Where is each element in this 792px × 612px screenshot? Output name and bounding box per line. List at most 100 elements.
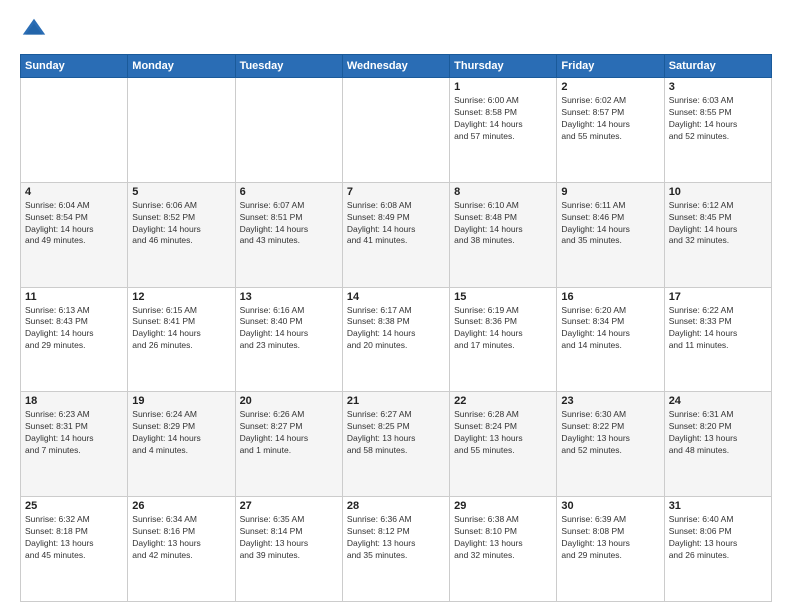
day-header-sunday: Sunday (21, 55, 128, 78)
calendar-cell: 13Sunrise: 6:16 AM Sunset: 8:40 PM Dayli… (235, 287, 342, 392)
day-info: Sunrise: 6:38 AM Sunset: 8:10 PM Dayligh… (454, 514, 552, 562)
day-info: Sunrise: 6:23 AM Sunset: 8:31 PM Dayligh… (25, 409, 123, 457)
calendar-cell: 15Sunrise: 6:19 AM Sunset: 8:36 PM Dayli… (450, 287, 557, 392)
day-header-friday: Friday (557, 55, 664, 78)
calendar-cell: 3 Sunrise: 6:03 AM Sunset: 8:55 PM Daylig… (664, 78, 771, 183)
header (20, 16, 772, 44)
calendar-body: 1 Sunrise: 6:00 AM Sunset: 8:58 PM Daylig… (21, 78, 772, 602)
day-info: Sunrise: 6:03 AM Sunset: 8:55 PM Dayligh… (669, 95, 767, 143)
day-info: Sunrise: 6:28 AM Sunset: 8:24 PM Dayligh… (454, 409, 552, 457)
day-info: Sunrise: 6:17 AM Sunset: 8:38 PM Dayligh… (347, 305, 445, 353)
day-info: Sunrise: 6:10 AM Sunset: 8:48 PM Dayligh… (454, 200, 552, 248)
calendar-cell: 18 Sunrise: 6:23 AM Sunset: 8:31 PM Dayli… (21, 392, 128, 497)
day-number: 29 (454, 500, 552, 512)
day-header-saturday: Saturday (664, 55, 771, 78)
calendar-cell: 29 Sunrise: 6:38 AM Sunset: 8:10 PM Dayli… (450, 497, 557, 602)
day-number: 27 (240, 500, 338, 512)
calendar-cell: 6 Sunrise: 6:07 AM Sunset: 8:51 PM Daylig… (235, 182, 342, 287)
day-info: Sunrise: 6:22 AM Sunset: 8:33 PM Dayligh… (669, 305, 767, 353)
day-info: Sunrise: 6:30 AM Sunset: 8:22 PM Dayligh… (561, 409, 659, 457)
day-info: Sunrise: 6:36 AM Sunset: 8:12 PM Dayligh… (347, 514, 445, 562)
day-header-tuesday: Tuesday (235, 55, 342, 78)
calendar-cell: 10Sunrise: 6:12 AM Sunset: 8:45 PM Dayli… (664, 182, 771, 287)
calendar-cell: 1 Sunrise: 6:00 AM Sunset: 8:58 PM Daylig… (450, 78, 557, 183)
calendar-cell: 16 Sunrise: 6:20 AM Sunset: 8:34 PM Dayli… (557, 287, 664, 392)
calendar-cell: 7 Sunrise: 6:08 AM Sunset: 8:49 PM Daylig… (342, 182, 449, 287)
day-header-wednesday: Wednesday (342, 55, 449, 78)
day-number: 22 (454, 395, 552, 407)
calendar-cell: 20 Sunrise: 6:26 AM Sunset: 8:27 PM Dayli… (235, 392, 342, 497)
calendar-cell: 12 Sunrise: 6:15 AM Sunset: 8:41 PM Dayli… (128, 287, 235, 392)
week-row-5: 25 Sunrise: 6:32 AM Sunset: 8:18 PM Dayli… (21, 497, 772, 602)
day-number: 15 (454, 291, 552, 303)
day-info: Sunrise: 6:40 AM Sunset: 8:06 PM Dayligh… (669, 514, 767, 562)
day-number: 14 (347, 291, 445, 303)
calendar-cell: 17 Sunrise: 6:22 AM Sunset: 8:33 PM Dayli… (664, 287, 771, 392)
calendar-cell: 27 Sunrise: 6:35 AM Sunset: 8:14 PM Dayli… (235, 497, 342, 602)
calendar-cell: 25 Sunrise: 6:32 AM Sunset: 8:18 PM Dayli… (21, 497, 128, 602)
day-info: Sunrise: 6:00 AM Sunset: 8:58 PM Dayligh… (454, 95, 552, 143)
day-number: 20 (240, 395, 338, 407)
calendar-cell: 19Sunrise: 6:24 AM Sunset: 8:29 PM Dayli… (128, 392, 235, 497)
day-info: Sunrise: 6:39 AM Sunset: 8:08 PM Dayligh… (561, 514, 659, 562)
day-number: 3 (669, 81, 767, 93)
day-info: Sunrise: 6:04 AM Sunset: 8:54 PM Dayligh… (25, 200, 123, 248)
day-number: 13 (240, 291, 338, 303)
day-info: Sunrise: 6:15 AM Sunset: 8:41 PM Dayligh… (132, 305, 230, 353)
calendar-header: SundayMondayTuesdayWednesdayThursdayFrid… (21, 55, 772, 78)
day-info: Sunrise: 6:26 AM Sunset: 8:27 PM Dayligh… (240, 409, 338, 457)
day-number: 17 (669, 291, 767, 303)
day-number: 24 (669, 395, 767, 407)
week-row-4: 18 Sunrise: 6:23 AM Sunset: 8:31 PM Dayli… (21, 392, 772, 497)
day-number: 12 (132, 291, 230, 303)
calendar-cell (342, 78, 449, 183)
day-number: 7 (347, 186, 445, 198)
day-info: Sunrise: 6:11 AM Sunset: 8:46 PM Dayligh… (561, 200, 659, 248)
day-number: 9 (561, 186, 659, 198)
calendar-table: SundayMondayTuesdayWednesdayThursdayFrid… (20, 54, 772, 602)
day-number: 28 (347, 500, 445, 512)
day-info: Sunrise: 6:32 AM Sunset: 8:18 PM Dayligh… (25, 514, 123, 562)
day-info: Sunrise: 6:27 AM Sunset: 8:25 PM Dayligh… (347, 409, 445, 457)
day-info: Sunrise: 6:35 AM Sunset: 8:14 PM Dayligh… (240, 514, 338, 562)
calendar-cell: 4 Sunrise: 6:04 AM Sunset: 8:54 PM Daylig… (21, 182, 128, 287)
day-number: 4 (25, 186, 123, 198)
day-number: 19 (132, 395, 230, 407)
day-number: 30 (561, 500, 659, 512)
day-number: 5 (132, 186, 230, 198)
day-info: Sunrise: 6:07 AM Sunset: 8:51 PM Dayligh… (240, 200, 338, 248)
day-info: Sunrise: 6:20 AM Sunset: 8:34 PM Dayligh… (561, 305, 659, 353)
page: SundayMondayTuesdayWednesdayThursdayFrid… (0, 0, 792, 612)
day-number: 23 (561, 395, 659, 407)
day-number: 11 (25, 291, 123, 303)
day-header-row: SundayMondayTuesdayWednesdayThursdayFrid… (21, 55, 772, 78)
day-info: Sunrise: 6:13 AM Sunset: 8:43 PM Dayligh… (25, 305, 123, 353)
day-header-thursday: Thursday (450, 55, 557, 78)
calendar-cell: 5 Sunrise: 6:06 AM Sunset: 8:52 PM Daylig… (128, 182, 235, 287)
day-number: 6 (240, 186, 338, 198)
calendar-cell: 22 Sunrise: 6:28 AM Sunset: 8:24 PM Dayli… (450, 392, 557, 497)
day-number: 8 (454, 186, 552, 198)
day-number: 1 (454, 81, 552, 93)
calendar-cell: 9 Sunrise: 6:11 AM Sunset: 8:46 PM Daylig… (557, 182, 664, 287)
day-number: 21 (347, 395, 445, 407)
day-number: 10 (669, 186, 767, 198)
calendar-cell: 14 Sunrise: 6:17 AM Sunset: 8:38 PM Dayli… (342, 287, 449, 392)
calendar-cell: 2Sunrise: 6:02 AM Sunset: 8:57 PM Daylig… (557, 78, 664, 183)
calendar-cell (128, 78, 235, 183)
day-info: Sunrise: 6:08 AM Sunset: 8:49 PM Dayligh… (347, 200, 445, 248)
logo (20, 16, 52, 44)
day-number: 18 (25, 395, 123, 407)
day-number: 25 (25, 500, 123, 512)
week-row-3: 11 Sunrise: 6:13 AM Sunset: 8:43 PM Dayli… (21, 287, 772, 392)
calendar-cell (21, 78, 128, 183)
week-row-1: 1 Sunrise: 6:00 AM Sunset: 8:58 PM Daylig… (21, 78, 772, 183)
day-number: 16 (561, 291, 659, 303)
calendar-cell: 24Sunrise: 6:31 AM Sunset: 8:20 PM Dayli… (664, 392, 771, 497)
calendar-cell: 31Sunrise: 6:40 AM Sunset: 8:06 PM Dayli… (664, 497, 771, 602)
logo-icon (20, 16, 48, 44)
day-number: 26 (132, 500, 230, 512)
calendar-cell: 26Sunrise: 6:34 AM Sunset: 8:16 PM Dayli… (128, 497, 235, 602)
day-info: Sunrise: 6:06 AM Sunset: 8:52 PM Dayligh… (132, 200, 230, 248)
day-number: 2 (561, 81, 659, 93)
